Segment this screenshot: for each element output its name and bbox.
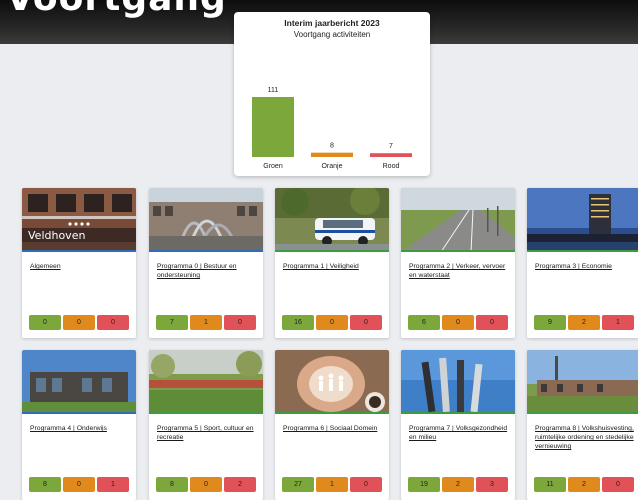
orange-count-badge[interactable]: 0 xyxy=(63,315,95,330)
red-count-badge[interactable]: 1 xyxy=(602,315,634,330)
town-hall-sculpture-photo xyxy=(149,188,263,252)
svg-text:Veldhoven: Veldhoven xyxy=(28,229,85,242)
program-card[interactable]: Programma 0 | Bestuur en ondersteuning 7… xyxy=(149,188,263,338)
orange-count-badge[interactable]: 0 xyxy=(316,315,348,330)
bar-value-label: 7 xyxy=(389,143,393,150)
orange-count-badge[interactable]: 0 xyxy=(190,477,222,492)
category-label: Rood xyxy=(383,163,400,170)
orange-count-badge[interactable]: 2 xyxy=(442,477,474,492)
red-count-badge[interactable]: 1 xyxy=(97,477,129,492)
chart-title: Interim jaarbericht 2023 xyxy=(284,18,380,28)
school-building-photo xyxy=(22,350,136,414)
card-title-link[interactable]: Algemeen xyxy=(30,262,130,271)
card-title-link[interactable]: Programma 0 | Bestuur en ondersteuning xyxy=(157,262,257,280)
card-title-link[interactable]: Programma 8 | Volkshuisvesting, ruimteli… xyxy=(535,424,635,452)
sports-track-photo xyxy=(149,350,263,414)
program-card[interactable]: Programma 2 | Verkeer, vervoer en waters… xyxy=(401,188,515,338)
category-label: Oranje xyxy=(321,163,342,170)
green-count-badge[interactable]: 8 xyxy=(156,477,188,492)
sculpture-pillars-photo xyxy=(401,350,515,414)
highway-photo xyxy=(401,188,515,252)
police-car-photo xyxy=(275,188,389,252)
card-title-link[interactable]: Programma 6 | Sociaal Domein xyxy=(283,424,383,433)
red-count-badge[interactable]: 0 xyxy=(350,477,382,492)
category-label: Groen xyxy=(263,163,283,170)
green-count-badge[interactable]: 8 xyxy=(29,477,61,492)
red-count-badge[interactable]: 0 xyxy=(97,315,129,330)
orange-count-badge[interactable]: 1 xyxy=(190,315,222,330)
red-count-badge[interactable]: 0 xyxy=(476,315,508,330)
orange-count-badge[interactable]: 0 xyxy=(442,315,474,330)
red-count-badge[interactable]: 0 xyxy=(350,315,382,330)
orange-count-badge[interactable]: 0 xyxy=(63,477,95,492)
green-count-badge[interactable]: 6 xyxy=(408,315,440,330)
bar-rood xyxy=(370,153,412,157)
page-title: Voortgang xyxy=(6,0,227,19)
chart-subtitle: Voortgang activiteiten xyxy=(293,30,371,39)
family-hands-photo xyxy=(275,350,389,414)
red-count-badge[interactable]: 3 xyxy=(476,477,508,492)
red-count-badge[interactable]: 2 xyxy=(224,477,256,492)
card-title-link[interactable]: Programma 1 | Veiligheid xyxy=(283,262,383,271)
card-title-link[interactable]: Programma 2 | Verkeer, vervoer en waters… xyxy=(409,262,509,280)
bar-value-label: 8 xyxy=(330,143,334,150)
hotel-tower-photo xyxy=(527,188,638,252)
bar-groen xyxy=(252,97,294,157)
orange-count-badge[interactable]: 2 xyxy=(568,477,600,492)
program-card[interactable]: Programma 1 | Veiligheid 16 0 0 xyxy=(275,188,389,338)
card-title-link[interactable]: Programma 3 | Economie xyxy=(535,262,635,271)
program-card[interactable]: Programma 4 | Onderwijs 8 0 1 xyxy=(22,350,136,500)
bar-oranje xyxy=(311,152,353,157)
veldhoven-building-photo: Veldhoven xyxy=(22,188,136,252)
red-count-badge[interactable]: 0 xyxy=(602,477,634,492)
bar-value-label: 111 xyxy=(268,87,279,94)
houses-church-photo xyxy=(527,350,638,414)
green-count-badge[interactable]: 11 xyxy=(534,477,566,492)
red-count-badge[interactable]: 0 xyxy=(224,315,256,330)
orange-count-badge[interactable]: 2 xyxy=(568,315,600,330)
green-count-badge[interactable]: 9 xyxy=(534,315,566,330)
program-card[interactable]: Programma 3 | Economie 9 2 1 xyxy=(527,188,638,338)
green-count-badge[interactable]: 19 xyxy=(408,477,440,492)
card-title-link[interactable]: Programma 4 | Onderwijs xyxy=(30,424,130,433)
orange-count-badge[interactable]: 1 xyxy=(316,477,348,492)
program-card[interactable]: Programma 5 | Sport, cultuur en recreati… xyxy=(149,350,263,500)
progress-chart-card: 111 Groen 8 Oranje 7 Rood Interim jaarbericht… xyxy=(234,12,430,176)
green-count-badge[interactable]: 16 xyxy=(282,315,314,330)
green-count-badge[interactable]: 27 xyxy=(282,477,314,492)
program-card[interactable]: Programma 8 | Volkshuisvesting, ruimteli… xyxy=(527,350,638,500)
program-card[interactable]: Programma 7 | Volksgezondheid en milieu … xyxy=(401,350,515,500)
program-card[interactable]: Veldhoven Algemeen 0 0 0 xyxy=(22,188,136,338)
green-count-badge[interactable]: 0 xyxy=(29,315,61,330)
card-title-link[interactable]: Programma 5 | Sport, cultuur en recreati… xyxy=(157,424,257,442)
program-card[interactable]: Programma 6 | Sociaal Domein 27 1 0 xyxy=(275,350,389,500)
card-title-link[interactable]: Programma 7 | Volksgezondheid en milieu xyxy=(409,424,509,442)
green-count-badge[interactable]: 7 xyxy=(156,315,188,330)
